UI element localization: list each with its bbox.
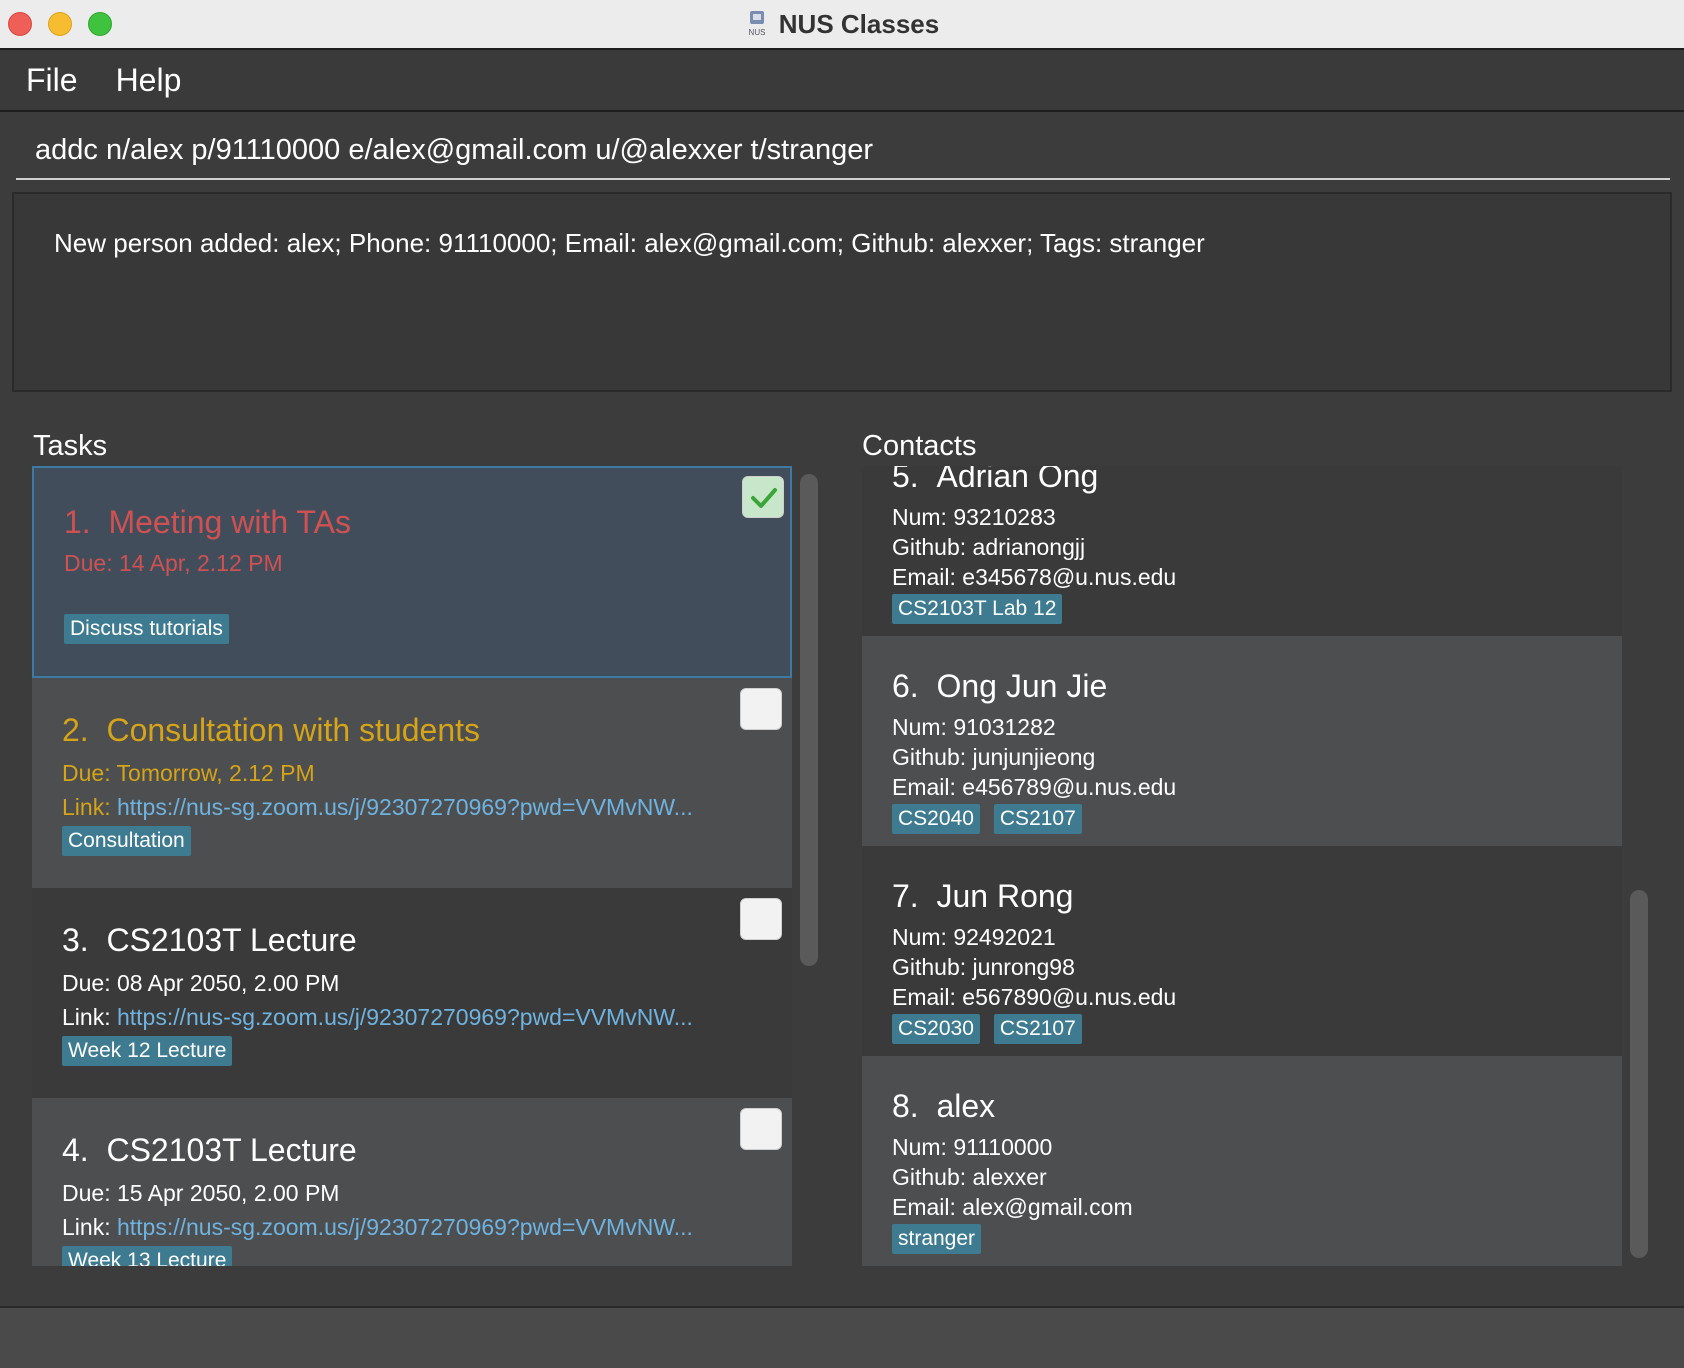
task-due: Due: 14 Apr, 2.12 PM bbox=[64, 550, 283, 576]
task-due: Due: 08 Apr 2050, 2.00 PM bbox=[62, 970, 340, 996]
task-card[interactable]: 4. CS2103T Lecture Due: 15 Apr 2050, 2.0… bbox=[32, 1098, 792, 1266]
contact-card[interactable]: 5. Adrian Ong Num: 93210283 Github: adri… bbox=[862, 466, 1622, 636]
contact-name: 5. Adrian Ong bbox=[892, 466, 1099, 494]
task-title: 1. Meeting with TAs bbox=[64, 504, 351, 540]
task-title: 2. Consultation with students bbox=[62, 712, 481, 748]
contact-email: Email: alex@gmail.com bbox=[892, 1194, 1133, 1220]
task-card[interactable]: 2. Consultation with students Due: Tomor… bbox=[32, 678, 792, 888]
task-tag-list: Consultation bbox=[62, 826, 191, 856]
menu-help[interactable]: Help bbox=[116, 62, 182, 99]
task-name: CS2103T Lecture bbox=[106, 922, 357, 958]
task-tag: Discuss tutorials bbox=[64, 614, 229, 644]
contact-tag-list: stranger bbox=[892, 1224, 982, 1254]
task-card[interactable]: 1. Meeting with TAs Due: 14 Apr, 2.12 PM… bbox=[32, 466, 792, 678]
task-name: CS2103T Lecture bbox=[106, 1132, 357, 1168]
command-input[interactable] bbox=[16, 122, 1670, 178]
contact-tag-list: CS2040 CS2107 bbox=[892, 804, 1082, 834]
task-done-checkbox[interactable] bbox=[740, 898, 782, 940]
task-link-url[interactable]: https://nus-sg.zoom.us/j/92307270969?pwd… bbox=[117, 1004, 693, 1030]
contact-tag: CS2103T Lab 12 bbox=[892, 594, 1063, 624]
task-list[interactable]: 1. Meeting with TAs Due: 14 Apr, 2.12 PM… bbox=[32, 466, 792, 1266]
contact-email: Email: e345678@u.nus.edu bbox=[892, 564, 1177, 590]
contact-name: 7. Jun Rong bbox=[892, 878, 1074, 914]
task-link: Link: https://nus-sg.zoom.us/j/923072709… bbox=[62, 1004, 693, 1030]
task-done-checkbox[interactable] bbox=[742, 476, 784, 518]
contact-phone: Num: 92492021 bbox=[892, 924, 1056, 950]
contacts-panel-title: Contacts bbox=[862, 430, 977, 462]
task-tag-list: Week 13 Lecture bbox=[62, 1246, 233, 1266]
task-link: Link: https://nus-sg.zoom.us/j/923072709… bbox=[62, 1214, 693, 1240]
contact-phone: Num: 91110000 bbox=[892, 1134, 1053, 1160]
task-tag: Week 12 Lecture bbox=[62, 1036, 233, 1066]
task-title: 3. CS2103T Lecture bbox=[62, 922, 357, 958]
task-link: Link: https://nus-sg.zoom.us/j/923072709… bbox=[62, 794, 693, 820]
task-tag-list: Week 12 Lecture bbox=[62, 1036, 233, 1066]
task-card[interactable]: 3. CS2103T Lecture Due: 08 Apr 2050, 2.0… bbox=[32, 888, 792, 1098]
task-due: Due: 15 Apr 2050, 2.00 PM bbox=[62, 1180, 340, 1206]
contact-tag: CS2040 bbox=[892, 804, 980, 834]
task-list-scrollbar[interactable] bbox=[800, 474, 818, 966]
task-title: 4. CS2103T Lecture bbox=[62, 1132, 357, 1168]
window-title-bar: NUS NUS Classes bbox=[0, 0, 1684, 50]
task-tag: Week 13 Lecture bbox=[62, 1246, 233, 1266]
task-link-url[interactable]: https://nus-sg.zoom.us/j/92307270969?pwd… bbox=[117, 1214, 693, 1240]
contact-phone: Num: 91031282 bbox=[892, 714, 1056, 740]
task-link-url[interactable]: https://nus-sg.zoom.us/j/92307270969?pwd… bbox=[117, 794, 693, 820]
contact-name: 8. alex bbox=[892, 1088, 996, 1124]
contact-card[interactable]: 8. alex Num: 91110000 Github: alexxer Em… bbox=[862, 1056, 1622, 1266]
contact-phone: Num: 93210283 bbox=[892, 504, 1056, 530]
menu-file[interactable]: File bbox=[26, 62, 78, 99]
contact-tag: CS2030 bbox=[892, 1014, 980, 1044]
tasks-panel-title: Tasks bbox=[33, 430, 108, 462]
contact-card[interactable]: 7. Jun Rong Num: 92492021 Github: junron… bbox=[862, 846, 1622, 1056]
task-done-checkbox[interactable] bbox=[740, 1108, 782, 1150]
contact-tag-list: CS2030 CS2107 bbox=[892, 1014, 1082, 1044]
task-name: Consultation with students bbox=[106, 712, 481, 748]
result-text: New person added: alex; Phone: 91110000;… bbox=[54, 228, 1205, 258]
status-bar bbox=[0, 1306, 1684, 1368]
contact-tag: CS2107 bbox=[993, 1014, 1082, 1044]
contact-github: Github: adrianongjj bbox=[892, 534, 1086, 560]
task-tag-list: Discuss tutorials bbox=[64, 614, 229, 644]
contact-github: Github: junjunjieong bbox=[892, 744, 1096, 770]
contact-github: Github: junrong98 bbox=[892, 954, 1075, 980]
contact-tag: stranger bbox=[892, 1224, 982, 1254]
window-title-text: NUS Classes bbox=[778, 8, 940, 39]
result-display: New person added: alex; Phone: 91110000;… bbox=[12, 192, 1672, 392]
task-tag: Consultation bbox=[62, 826, 191, 856]
contact-list[interactable]: 5. Adrian Ong Num: 93210283 Github: adri… bbox=[862, 466, 1622, 1266]
contact-email: Email: e567890@u.nus.edu bbox=[892, 984, 1177, 1010]
contact-tag-list: CS2103T Lab 12 bbox=[892, 594, 1063, 624]
task-done-checkbox[interactable] bbox=[740, 688, 782, 730]
nus-logo-icon: NUS bbox=[745, 9, 769, 39]
window-title: NUS NUS Classes bbox=[0, 0, 1684, 48]
contact-list-scrollbar[interactable] bbox=[1630, 890, 1648, 1258]
contact-email: Email: e456789@u.nus.edu bbox=[892, 774, 1177, 800]
contact-tag: CS2107 bbox=[993, 804, 1082, 834]
task-due: Due: Tomorrow, 2.12 PM bbox=[62, 760, 315, 786]
contact-card[interactable]: 6. Ong Jun Jie Num: 91031282 Github: jun… bbox=[862, 636, 1622, 846]
svg-text:NUS: NUS bbox=[748, 28, 765, 37]
task-name: Meeting with TAs bbox=[108, 504, 351, 540]
contact-github: Github: alexxer bbox=[892, 1164, 1047, 1190]
contact-name: 6. Ong Jun Jie bbox=[892, 668, 1108, 704]
command-box bbox=[16, 122, 1670, 180]
menu-bar: File Help bbox=[0, 50, 1684, 112]
